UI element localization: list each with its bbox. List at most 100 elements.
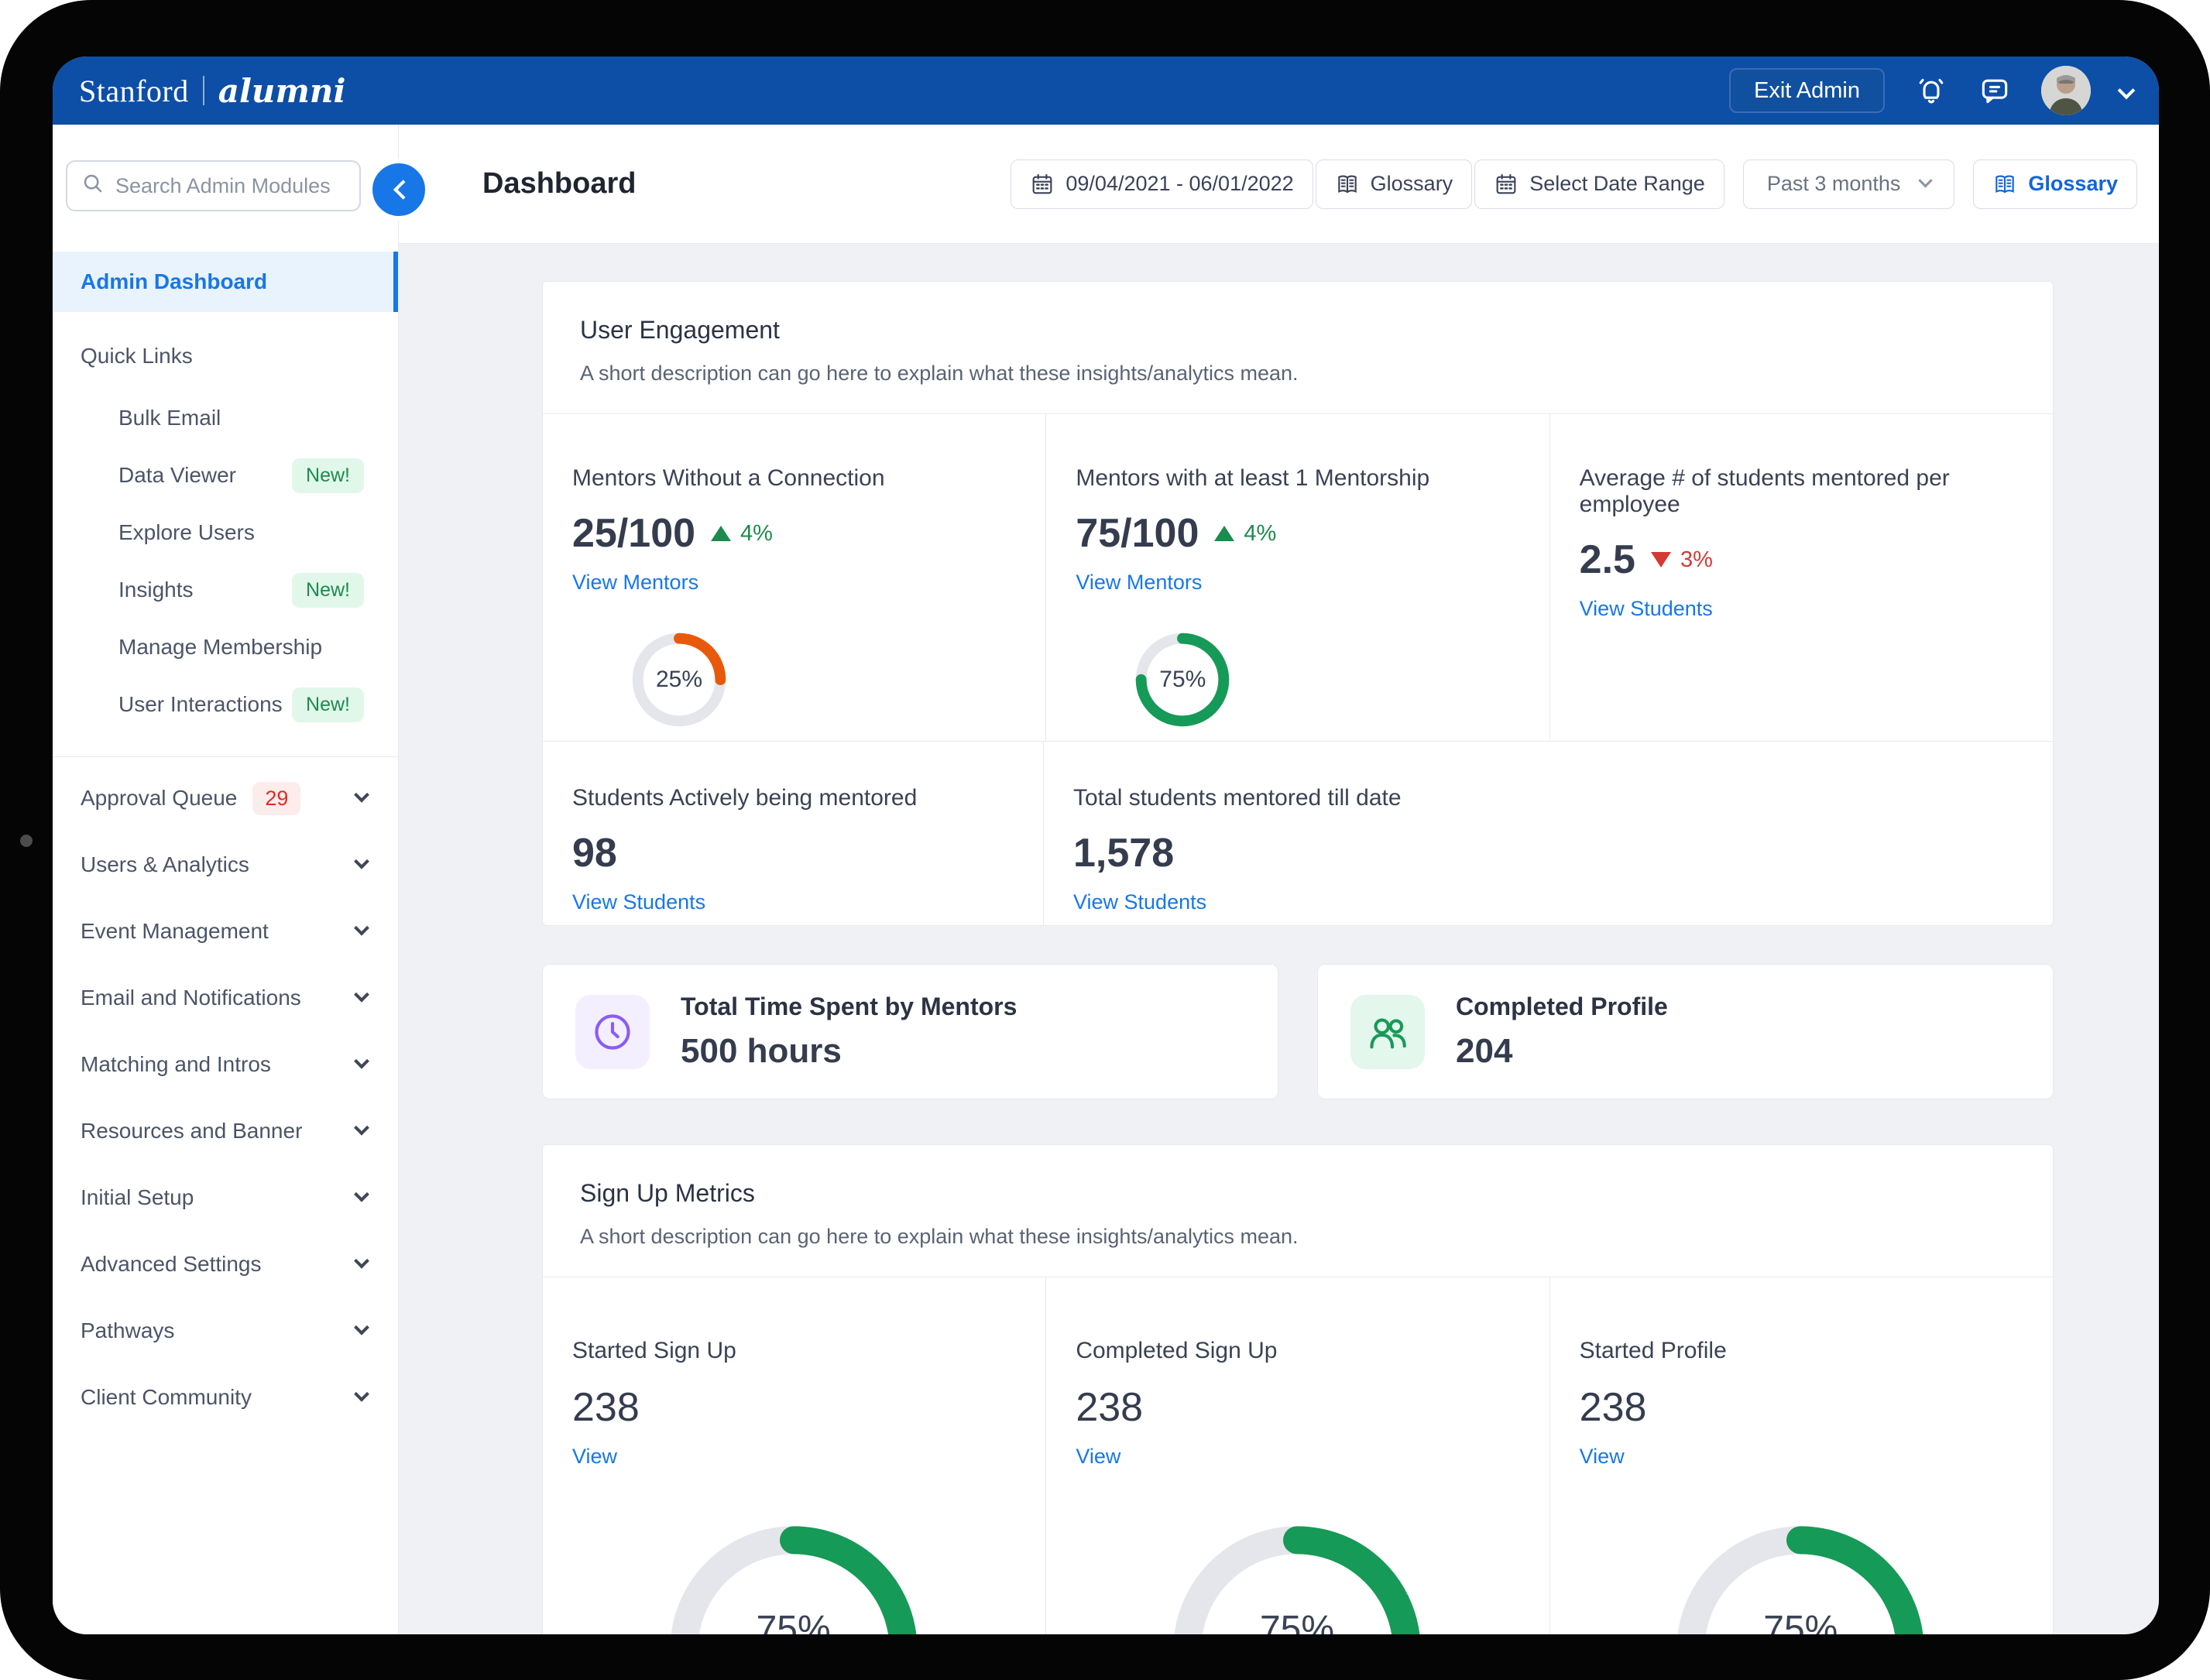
view-link[interactable]: View bbox=[1580, 1445, 1625, 1469]
view-students-link[interactable]: View Students bbox=[572, 890, 705, 914]
view-students-link[interactable]: View Students bbox=[1580, 597, 1713, 621]
sidebar-item-users-analytics[interactable]: Users & Analytics bbox=[53, 831, 398, 898]
brand-logo: Stanford alumni bbox=[79, 72, 345, 110]
sidebar-item-initial-setup[interactable]: Initial Setup bbox=[53, 1164, 398, 1231]
view-students-link[interactable]: View Students bbox=[1073, 890, 1206, 914]
metric-card-students-actively-mentored: Students Actively being mentored 98 View… bbox=[543, 742, 1044, 925]
account-chevron-down-icon[interactable] bbox=[2118, 82, 2136, 100]
sidebar-item-resources-banner[interactable]: Resources and Banner bbox=[53, 1098, 398, 1164]
triangle-up-icon bbox=[1214, 526, 1234, 541]
tablet-camera bbox=[20, 835, 33, 847]
metric-value: 75/100 bbox=[1076, 510, 1199, 557]
chevron-left-icon bbox=[393, 180, 413, 199]
approval-queue-count-badge: 29 bbox=[252, 782, 300, 815]
sidebar-item-advanced-settings[interactable]: Advanced Settings bbox=[53, 1231, 398, 1298]
messages-chat-icon[interactable] bbox=[1978, 74, 2012, 108]
sidebar-item-manage-membership[interactable]: Manage Membership bbox=[53, 619, 398, 676]
signup-metrics-description: A short description can go here to expla… bbox=[580, 1225, 2016, 1249]
sidebar-item-pathways[interactable]: Pathways bbox=[53, 1298, 398, 1364]
donut-chart-75: 75% bbox=[1133, 630, 1232, 729]
view-link[interactable]: View bbox=[572, 1445, 617, 1469]
metric-card-mentors-with-mentorship: Mentors with at least 1 Mentorship 75/10… bbox=[1045, 414, 1549, 741]
delta-down: 3% bbox=[1651, 547, 1713, 573]
sidebar-item-insights[interactable]: Insights New! bbox=[53, 561, 398, 619]
view-mentors-link[interactable]: View Mentors bbox=[1076, 571, 1202, 595]
donut-chart-25: 25% bbox=[630, 630, 729, 729]
total-time-spent-card: Total Time Spent by Mentors 500 hours bbox=[542, 964, 1278, 1099]
chevron-down-icon bbox=[354, 1320, 369, 1335]
admin-modules-search[interactable] bbox=[66, 160, 361, 211]
donut-chart-completed-signup: 75% 3% bbox=[1165, 1518, 1429, 1634]
delta-up: 4% bbox=[1214, 521, 1276, 547]
donut-chart-started-profile: 75% 3% bbox=[1669, 1518, 1932, 1634]
user-avatar[interactable] bbox=[2041, 66, 2091, 115]
sidebar-item-user-interactions[interactable]: User Interactions New! bbox=[53, 676, 398, 733]
brand-alumni: alumni bbox=[218, 72, 346, 110]
chevron-down-icon bbox=[354, 1387, 369, 1402]
delta-up: 4% bbox=[711, 521, 773, 547]
view-mentors-link[interactable]: View Mentors bbox=[572, 571, 698, 595]
brand-stanford: Stanford bbox=[79, 73, 189, 109]
sidebar-item-client-community[interactable]: Client Community bbox=[53, 1364, 398, 1431]
triangle-up-icon bbox=[711, 526, 731, 541]
chevron-down-icon bbox=[354, 1187, 369, 1202]
user-engagement-description: A short description can go here to expla… bbox=[580, 362, 2016, 386]
calendar-icon bbox=[1494, 172, 1519, 197]
metric-value: 238 bbox=[1580, 1384, 2022, 1431]
select-date-range-button[interactable]: Select Date Range bbox=[1474, 159, 1724, 209]
glossary-primary-button[interactable]: Glossary bbox=[1973, 159, 2137, 209]
sidebar-item-admin-dashboard[interactable]: Admin Dashboard bbox=[53, 252, 398, 312]
people-icon bbox=[1350, 995, 1425, 1069]
metric-card-average-students-mentored: Average # of students mentored per emplo… bbox=[1549, 414, 2053, 741]
metric-card-started-signup: Started Sign Up 238 View 75% 3% bbox=[543, 1277, 1045, 1634]
notifications-bell-icon[interactable] bbox=[1914, 74, 1948, 108]
metric-card-total-students-mentored: Total students mentored till date 1,578 … bbox=[1044, 742, 1433, 925]
metric-value: 2.5 bbox=[1580, 537, 1635, 583]
triangle-down-icon bbox=[1651, 552, 1671, 567]
period-dropdown[interactable]: Past 3 months bbox=[1743, 159, 1955, 209]
metric-value: 25/100 bbox=[572, 510, 695, 557]
sidebar-collapse-button[interactable] bbox=[368, 159, 430, 221]
book-icon bbox=[1335, 172, 1360, 197]
quick-links-header: Quick Links bbox=[53, 323, 398, 389]
chevron-down-icon bbox=[354, 921, 369, 936]
sidebar-divider bbox=[53, 756, 398, 757]
signup-metrics-panel: Sign Up Metrics A short description can … bbox=[542, 1144, 2054, 1634]
metric-card-mentors-without-connection: Mentors Without a Connection 25/100 4% V… bbox=[543, 414, 1045, 741]
view-link[interactable]: View bbox=[1076, 1445, 1120, 1469]
sidebar-item-event-management[interactable]: Event Management bbox=[53, 898, 398, 965]
new-badge: New! bbox=[292, 687, 364, 722]
sidebar-item-email-notifications[interactable]: Email and Notifications bbox=[53, 965, 398, 1031]
metric-card-completed-signup: Completed Sign Up 238 View 75% 3% bbox=[1045, 1277, 1549, 1634]
sidebar-item-explore-users[interactable]: Explore Users bbox=[53, 504, 398, 561]
glossary-button[interactable]: Glossary bbox=[1316, 159, 1473, 209]
sidebar-item-bulk-email[interactable]: Bulk Email bbox=[53, 389, 398, 447]
metric-value: 1,578 bbox=[1073, 830, 1174, 876]
calendar-icon bbox=[1030, 172, 1055, 197]
tablet-frame: Stanford alumni Exit Admin bbox=[0, 0, 2210, 1680]
completed-profile-card: Completed Profile 204 bbox=[1317, 964, 2054, 1099]
sidebar: Admin Dashboard Quick Links Bulk Email D… bbox=[53, 125, 399, 1634]
chevron-down-icon bbox=[354, 854, 369, 869]
metric-value: 238 bbox=[572, 1384, 1014, 1431]
chevron-down-icon bbox=[354, 987, 369, 1003]
clock-icon bbox=[575, 995, 650, 1069]
signup-metrics-title: Sign Up Metrics bbox=[580, 1179, 2016, 1208]
metric-value: 204 bbox=[1456, 1032, 1668, 1071]
brand-divider bbox=[203, 76, 204, 105]
search-input[interactable] bbox=[115, 174, 345, 198]
date-range-button[interactable]: 09/04/2021 - 06/01/2022 bbox=[1011, 159, 1313, 209]
new-badge: New! bbox=[292, 573, 364, 608]
new-badge: New! bbox=[292, 458, 364, 493]
chevron-down-icon bbox=[354, 1120, 369, 1136]
topbar: Stanford alumni Exit Admin bbox=[53, 57, 2159, 125]
sidebar-item-matching-intros[interactable]: Matching and Intros bbox=[53, 1031, 398, 1098]
chevron-down-icon bbox=[1919, 173, 1933, 187]
metric-value: 238 bbox=[1076, 1384, 1518, 1431]
user-engagement-title: User Engagement bbox=[580, 316, 2016, 345]
page-title: Dashboard bbox=[482, 167, 636, 201]
exit-admin-button[interactable]: Exit Admin bbox=[1729, 68, 1885, 113]
sidebar-item-data-viewer[interactable]: Data Viewer New! bbox=[53, 447, 398, 504]
sidebar-item-approval-queue[interactable]: Approval Queue 29 bbox=[53, 765, 398, 831]
metric-value: 500 hours bbox=[681, 1032, 1017, 1071]
